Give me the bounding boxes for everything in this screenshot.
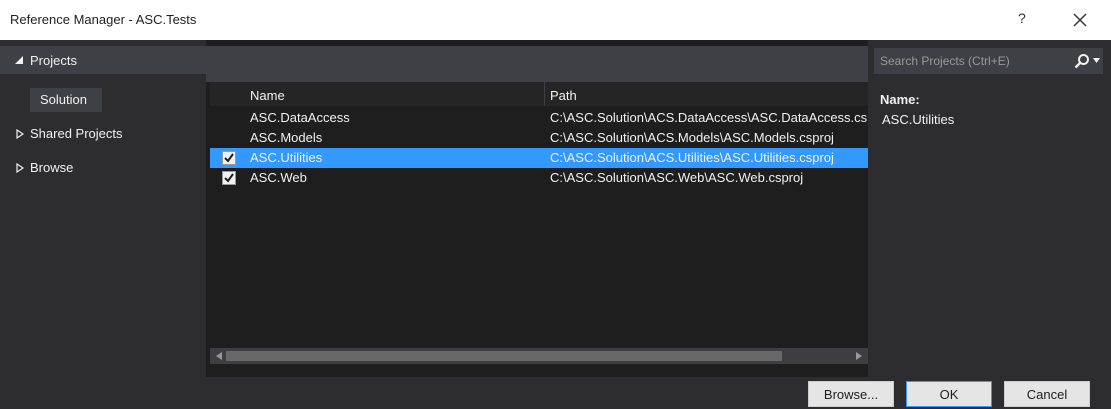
table-row[interactable]: ASC.Models C:\ASC.Solution\ACS.Models\AS… (210, 128, 868, 148)
sidebar-item-browse[interactable]: Browse (10, 158, 200, 178)
project-name: ASC.Utilities (250, 150, 323, 165)
sidebar-item-label: Browse (30, 160, 74, 175)
search-icon[interactable] (1074, 53, 1090, 69)
chevron-down-icon[interactable] (1093, 58, 1100, 63)
expanded-triangle-icon (15, 56, 23, 64)
browse-button[interactable]: Browse... (808, 381, 894, 407)
table-row[interactable]: ASC.DataAccess C:\ASC.Solution\ACS.DataA… (210, 108, 868, 128)
search-box[interactable]: Search Projects (Ctrl+E) (874, 48, 1103, 74)
title-bar: Reference Manager - ASC.Tests ? (0, 0, 1111, 40)
details-panel: Search Projects (Ctrl+E) Name: ASC.Utili… (868, 40, 1111, 377)
sidebar-item-label: Shared Projects (30, 126, 123, 141)
table-row[interactable]: ASC.Web C:\ASC.Solution\ASC.Web\ASC.Web.… (210, 168, 868, 188)
reference-checkbox[interactable] (222, 151, 236, 165)
scroll-right-icon[interactable] (856, 352, 862, 360)
help-button[interactable]: ? (1018, 10, 1026, 26)
details-name-label: Name: (880, 92, 920, 107)
reference-checkbox[interactable] (222, 171, 236, 185)
scrollbar-thumb[interactable] (226, 351, 782, 361)
project-path: C:\ASC.Solution\ACS.Utilities\ASC.Utilit… (550, 150, 834, 165)
toolbar-strip (206, 46, 868, 82)
column-header-name[interactable]: Name (250, 88, 285, 103)
sidebar-item-label: Solution (40, 92, 87, 107)
project-path: C:\ASC.Solution\ACS.DataAccess\ASC.DataA… (550, 110, 868, 125)
ok-button[interactable]: OK (906, 381, 992, 407)
project-name: ASC.DataAccess (250, 110, 350, 125)
close-icon (1073, 13, 1087, 27)
collapsed-triangle-icon (16, 163, 24, 173)
sidebar-item-projects[interactable]: Projects (0, 46, 206, 74)
project-path: C:\ASC.Solution\ASC.Web\ASC.Web.csproj (550, 170, 804, 185)
collapsed-triangle-icon (16, 129, 24, 139)
cancel-button[interactable]: Cancel (1004, 381, 1090, 407)
scroll-left-icon[interactable] (216, 352, 222, 360)
table-row[interactable]: ASC.Utilities C:\ASC.Solution\ACS.Utilit… (210, 148, 868, 168)
button-bar: Browse... OK Cancel (0, 377, 1111, 409)
project-path: C:\ASC.Solution\ACS.Models\ASC.Models.cs… (550, 130, 834, 145)
details-name-value: ASC.Utilities (882, 112, 955, 127)
sidebar-item-shared-projects[interactable]: Shared Projects (10, 124, 200, 144)
checkmark-icon (224, 173, 234, 183)
horizontal-scrollbar[interactable] (210, 348, 868, 364)
window-title: Reference Manager - ASC.Tests (10, 12, 197, 27)
search-input[interactable]: Search Projects (Ctrl+E) (880, 54, 1010, 68)
checkmark-icon (224, 153, 234, 163)
column-divider[interactable] (544, 82, 545, 106)
project-name: ASC.Models (250, 130, 323, 145)
grid-header: Name Path (210, 82, 868, 106)
project-name: ASC.Web (250, 170, 307, 185)
sidebar-item-solution[interactable]: Solution (30, 88, 102, 112)
project-rows: ASC.DataAccess C:\ASC.Solution\ACS.DataA… (210, 108, 868, 188)
close-button[interactable] (1068, 8, 1092, 32)
sidebar-item-label: Projects (30, 53, 77, 68)
project-list-panel: Name Path ASC.DataAccess C:\ASC.Solution… (206, 40, 868, 377)
sidebar: Projects Solution Shared Projects Browse (0, 40, 206, 377)
column-header-path[interactable]: Path (550, 88, 577, 103)
